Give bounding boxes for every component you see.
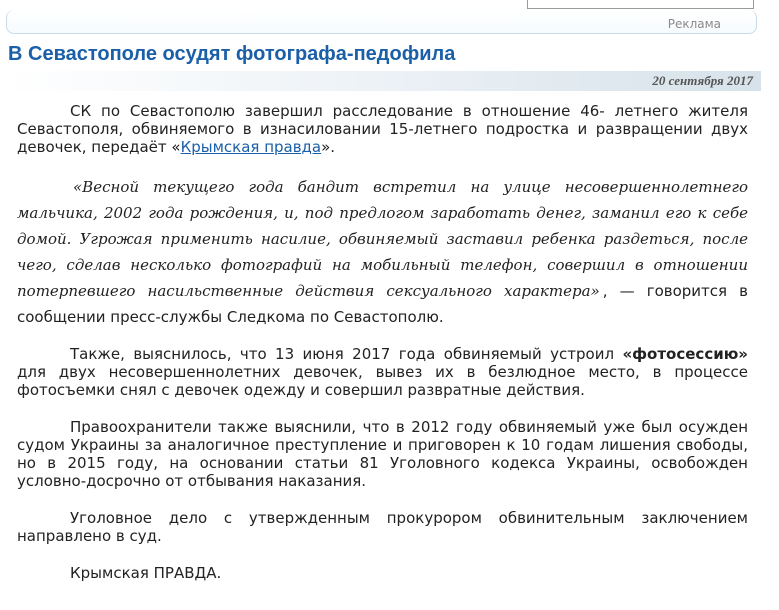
- article-title: В Севастополе осудят фотографа-педофила: [8, 43, 456, 65]
- paragraph-3: Также, выяснилось, что 13 июня 2017 года…: [17, 345, 748, 399]
- paragraph-signature: Крымская ПРАВДА.: [70, 564, 222, 582]
- photosession-emphasis: «фотосессию»: [622, 345, 748, 363]
- article-body: СК по Севастополю завершил расследование…: [17, 102, 748, 601]
- source-link[interactable]: Крымская правда: [181, 138, 322, 156]
- paragraph-3-start: Также, выяснилось, что 13 июня 2017 года…: [70, 345, 623, 363]
- paragraph-4: Правоохранители также выяснили, что в 20…: [17, 418, 748, 490]
- article-date: 20 сентября 2017: [652, 73, 753, 88]
- paragraph-quote: «Весной текущего года бандит встретил на…: [17, 174, 748, 330]
- paragraph-1-text: СК по Севастополю завершил расследование…: [17, 102, 748, 156]
- date-bar: 20 сентября 2017: [6, 71, 761, 91]
- paragraph-3-end: для двух несовершеннолетних девочек, выв…: [17, 363, 748, 399]
- top-input-fragment: [527, 0, 754, 9]
- paragraph-1: СК по Севастополю завершил расследование…: [17, 102, 748, 156]
- paragraph-1-end: ».: [321, 138, 336, 156]
- ad-banner[interactable]: Реклама: [6, 10, 757, 34]
- paragraph-5: Уголовное дело с утвержденным прокурором…: [17, 509, 748, 545]
- ad-label: Реклама: [667, 17, 721, 31]
